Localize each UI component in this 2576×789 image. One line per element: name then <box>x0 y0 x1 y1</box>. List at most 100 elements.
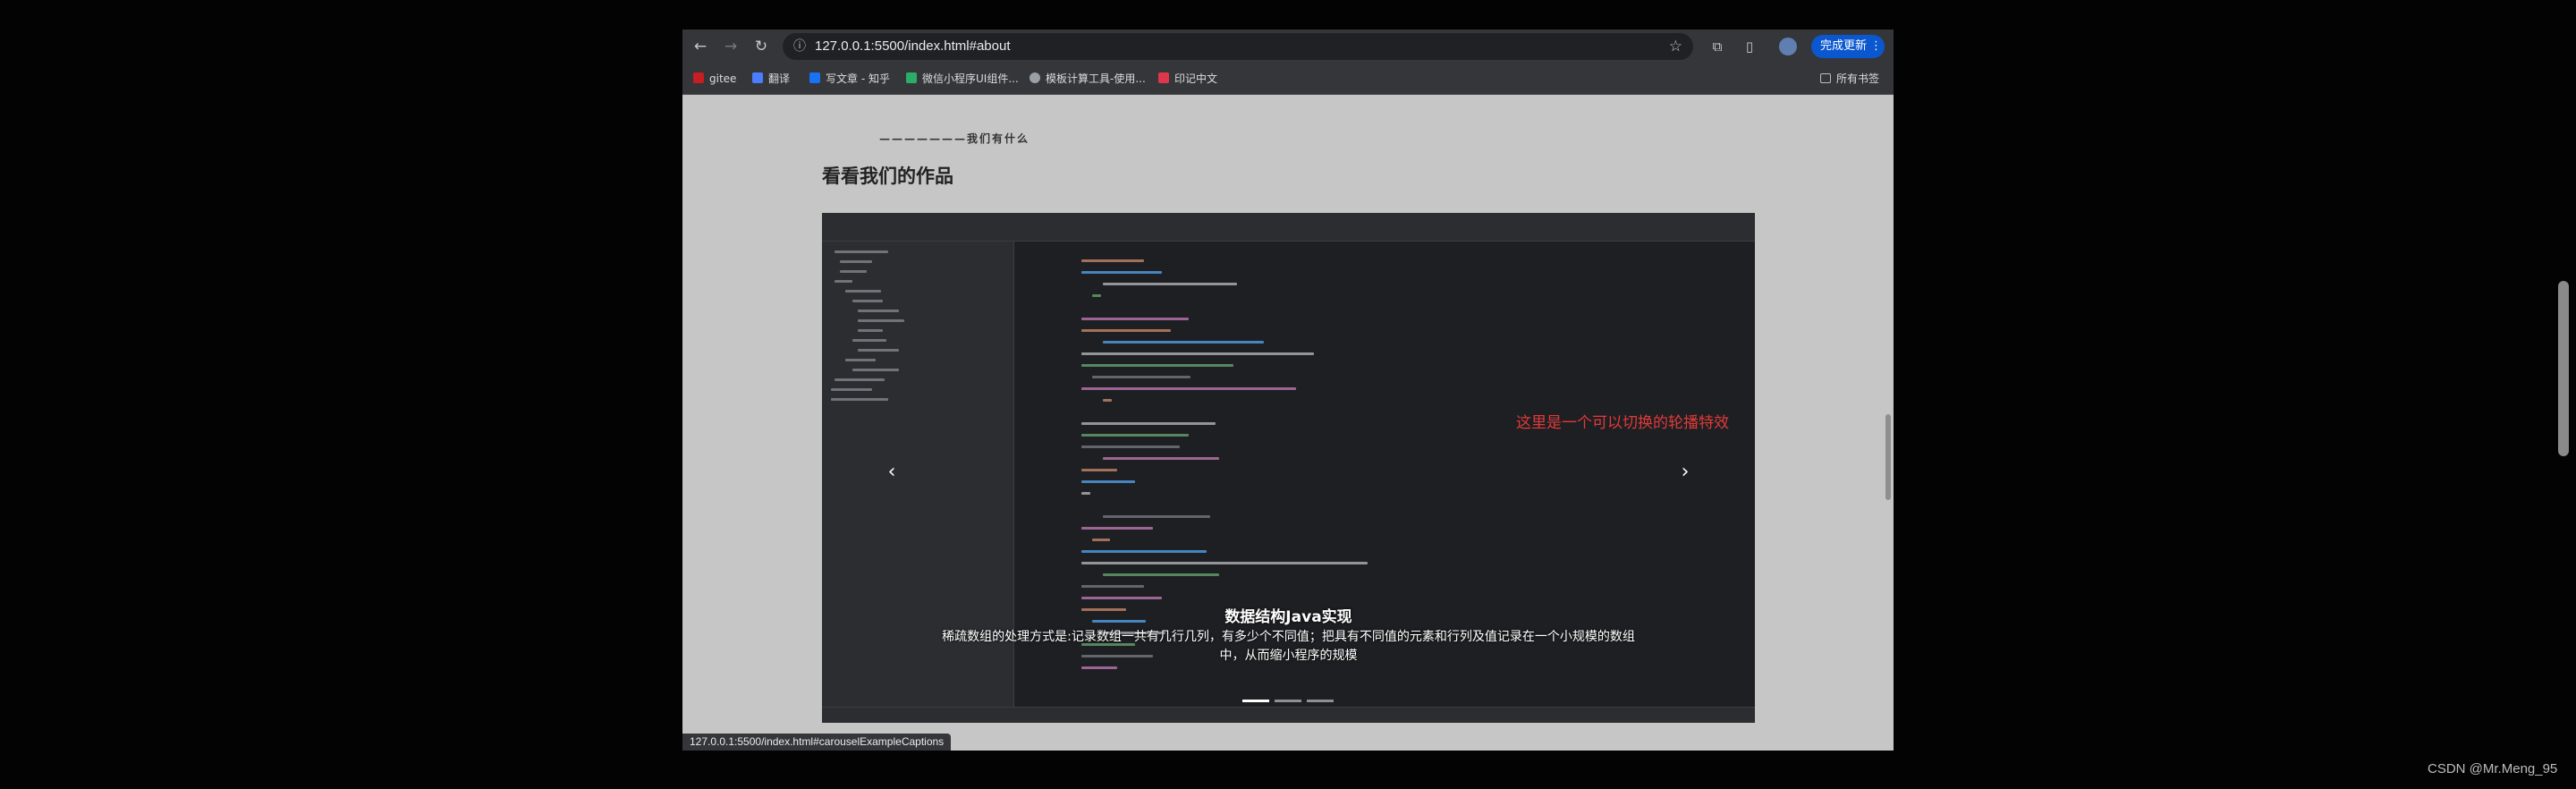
tree-item[interactable] <box>831 398 888 401</box>
globe-icon <box>1030 72 1040 83</box>
section-heading: 看看我们的作品 <box>822 165 953 187</box>
browser-window: ← → ↻ ⓘ 127.0.0.1:5500/index.html#about … <box>682 30 1894 751</box>
bookmark-translate[interactable]: 翻译 <box>752 71 790 87</box>
caption-description: 稀疏数组的处理方式是:记录数组一共有几行几列，有多少个不同值；把具有不同值的元素… <box>942 630 1635 663</box>
ide-toolbar <box>822 225 1755 242</box>
tree-item[interactable] <box>835 378 885 381</box>
tree-item[interactable] <box>858 329 883 332</box>
code-line <box>1092 539 1110 541</box>
bookmark-label: 写文章 - 知乎 <box>826 72 890 85</box>
bookmark-label: gitee <box>709 72 737 85</box>
all-bookmarks-label: 所有书签 <box>1836 72 1880 85</box>
code-line <box>1081 492 1090 495</box>
grid-icon <box>906 72 917 83</box>
side-panel-icon[interactable]: ▯ <box>1740 37 1759 56</box>
works-carousel: 这里是一个可以切换的轮播特效 ‹ › 数据结构Java实现 稀疏数组的处理方式是… <box>822 213 1755 723</box>
tree-item[interactable] <box>840 260 872 263</box>
tree-item[interactable] <box>852 300 883 302</box>
more-menu-icon[interactable]: ⋮ <box>1870 35 1882 58</box>
code-line <box>1081 364 1233 367</box>
carousel-indicator-3[interactable] <box>1307 700 1334 702</box>
tree-item[interactable] <box>858 310 899 312</box>
ide-menubar <box>822 213 1755 225</box>
code-line <box>1081 445 1180 448</box>
bookmark-label: 模板计算工具-使用... <box>1046 72 1146 85</box>
update-button[interactable]: 完成更新 ⋮ <box>1811 35 1885 58</box>
all-bookmarks[interactable]: 所有书签 <box>1820 71 1879 87</box>
code-line <box>1081 318 1189 320</box>
code-line <box>1081 469 1117 471</box>
bookmark-label: 微信小程序UI组件... <box>922 72 1019 85</box>
viewport-scrollbar[interactable] <box>1885 414 1891 500</box>
tree-item[interactable] <box>835 280 852 283</box>
tree-item[interactable] <box>831 388 872 391</box>
code-line <box>1103 399 1112 402</box>
tree-item[interactable] <box>858 349 899 352</box>
tree-item[interactable] <box>845 290 881 293</box>
bookmark-star-icon[interactable]: ☆ <box>1669 38 1682 55</box>
code-line <box>1092 294 1101 297</box>
code-line <box>1081 597 1162 599</box>
reload-icon[interactable]: ↻ <box>752 38 770 55</box>
code-line <box>1081 329 1171 332</box>
tree-item[interactable] <box>840 270 867 273</box>
page-viewport: ———————我们有什么 看看我们的作品 这里是一个可以切换的轮播特效 ‹ › … <box>682 95 1894 751</box>
translate-icon <box>752 72 763 83</box>
code-line <box>1081 562 1368 564</box>
status-url-bubble: 127.0.0.1:5500/index.html#carouselExampl… <box>682 734 952 751</box>
bookmark-wechat-ui[interactable]: 微信小程序UI组件... <box>906 71 1019 87</box>
carousel-caption: 数据结构Java实现 稀疏数组的处理方式是:记录数组一共有几行几列，有多少个不同… <box>822 607 1755 666</box>
forward-icon[interactable]: → <box>722 38 740 55</box>
tree-item[interactable] <box>852 369 899 371</box>
gitee-icon <box>693 72 704 83</box>
profile-avatar[interactable] <box>1779 38 1797 55</box>
chevron-right-icon: › <box>1681 461 1690 483</box>
bookmark-template-tool[interactable]: 模板计算工具-使用... <box>1030 71 1146 87</box>
tree-item[interactable] <box>858 319 904 322</box>
carousel-indicator-1[interactable] <box>1242 700 1269 702</box>
carousel-indicator-2[interactable] <box>1275 700 1301 702</box>
update-button-label: 完成更新 <box>1820 39 1868 53</box>
code-line <box>1081 550 1207 553</box>
page-scrollbar[interactable] <box>2558 281 2569 456</box>
docschina-icon <box>1158 72 1169 83</box>
chevron-left-icon: ‹ <box>887 461 896 483</box>
zhihu-icon <box>809 72 820 83</box>
folder-icon <box>1820 73 1831 83</box>
bookmark-zhihu[interactable]: 写文章 - 知乎 <box>809 71 890 87</box>
watermark: CSDN @Mr.Meng_95 <box>2428 761 2558 776</box>
tree-item[interactable] <box>852 339 886 342</box>
code-line <box>1081 480 1135 483</box>
bookmarks-bar: gitee 翻译 写文章 - 知乎 微信小程序UI组件... 模板计算工具-使用… <box>682 64 1894 95</box>
code-line <box>1081 666 1117 669</box>
code-line <box>1081 387 1296 390</box>
ide-statusbar <box>822 707 1755 723</box>
bookmark-docschina[interactable]: 印记中文 <box>1158 71 1217 87</box>
browser-toolbar: ← → ↻ ⓘ 127.0.0.1:5500/index.html#about … <box>682 30 1894 64</box>
carousel-overlay-text: 这里是一个可以切换的轮播特效 <box>1516 414 1729 432</box>
carousel-indicators <box>1242 698 1341 703</box>
code-line <box>1092 376 1191 378</box>
code-line <box>1081 271 1162 274</box>
carousel-prev-button[interactable]: ‹ <box>878 459 905 486</box>
code-line <box>1103 341 1264 344</box>
code-line <box>1103 457 1219 460</box>
extensions-icon[interactable]: ⧉ <box>1707 37 1727 56</box>
site-info-icon[interactable]: ⓘ <box>792 38 808 55</box>
code-line <box>1081 585 1144 588</box>
bookmark-label: 印记中文 <box>1174 72 1218 85</box>
tree-item[interactable] <box>845 359 876 361</box>
carousel-next-button[interactable]: › <box>1672 459 1699 486</box>
section-eyebrow: ———————我们有什么 <box>879 132 1030 145</box>
tree-item[interactable] <box>835 250 888 253</box>
bookmark-label: 翻译 <box>768 72 791 85</box>
code-line <box>1103 573 1219 576</box>
url-text[interactable]: 127.0.0.1:5500/index.html#about <box>815 38 1011 54</box>
address-bar[interactable]: ⓘ 127.0.0.1:5500/index.html#about ☆ <box>783 33 1693 60</box>
back-icon[interactable]: ← <box>691 38 709 55</box>
bookmark-gitee[interactable]: gitee <box>693 71 736 87</box>
code-line <box>1081 527 1153 530</box>
code-line <box>1081 422 1216 425</box>
caption-title: 数据结构Java实现 <box>1224 608 1352 626</box>
code-line <box>1081 352 1314 355</box>
